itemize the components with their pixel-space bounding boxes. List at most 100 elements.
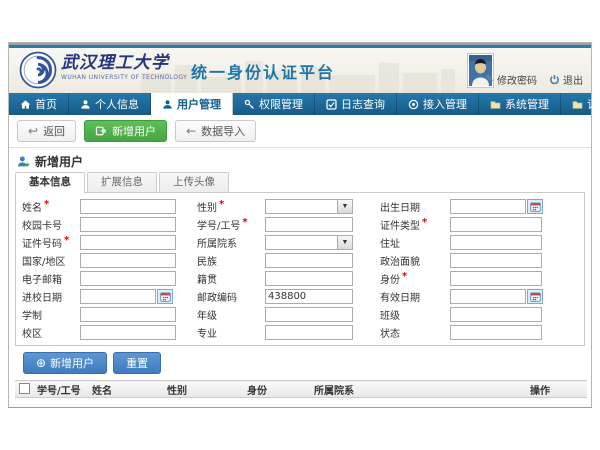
form-row: 进校日期 邮政编码 有效日期 (16, 287, 584, 305)
form-field-id-number: 证件号码* (16, 235, 197, 250)
change-password-label: 修改密码 (497, 72, 537, 87)
main-nav: 首页 个人信息 用户管理 权限管理 日志查询 接入管理 系统管理 订阅管理 (9, 93, 591, 115)
calendar-icon[interactable] (527, 289, 543, 304)
col-actions: 操作 (526, 381, 587, 398)
calendar-icon[interactable] (527, 199, 543, 214)
form-row: 电子邮箱 籍贯 身份* (16, 269, 584, 287)
user-icon (80, 99, 91, 110)
status-input[interactable] (450, 325, 542, 340)
nav-item-user-management[interactable]: 用户管理 (151, 93, 233, 115)
major-input[interactable] (265, 325, 353, 340)
reset-button-label: 重置 (126, 355, 148, 371)
tab-basic-info[interactable]: 基本信息 (15, 172, 85, 193)
nav-label: 系统管理 (505, 96, 549, 112)
nav-label: 用户管理 (177, 96, 221, 112)
name-input[interactable] (80, 199, 176, 214)
id-number-input[interactable] (80, 235, 176, 250)
field-label: 有效日期 (380, 289, 450, 304)
add-user-icon (95, 125, 107, 137)
field-label: 校区 (22, 325, 80, 340)
plus-circle-icon: ⊕ (36, 357, 46, 369)
add-user-toolbar-button[interactable]: 新增用户 (84, 120, 167, 142)
nav-item-subscription-management[interactable]: 订阅管理 (561, 93, 600, 115)
nav-label: 日志查询 (341, 96, 385, 112)
col-identity: 身份 (243, 381, 310, 398)
form-field-valid-date: 有效日期 (380, 289, 584, 304)
field-label: 专业 (197, 325, 265, 340)
ethnicity-input[interactable] (265, 253, 353, 268)
nav-label: 订阅管理 (587, 96, 600, 112)
logout-link[interactable]: 退出 (549, 72, 583, 87)
department-select[interactable]: ▼ (265, 235, 353, 250)
required-asterisk: * (422, 217, 427, 232)
required-asterisk: * (219, 199, 224, 214)
form-field-student-id: 学号/工号* (197, 217, 380, 232)
calendar-icon[interactable] (157, 289, 173, 304)
nav-item-home[interactable]: 首页 (9, 93, 69, 115)
add-user-button-label: 新增用户 (112, 123, 156, 139)
form-field-country-region: 国家/地区 (16, 253, 197, 268)
form-row: 证件号码* 所属院系 ▼ 住址 (16, 233, 584, 251)
form-field-native-place: 籍贯 (197, 271, 380, 286)
enrollment-date-input[interactable] (80, 289, 156, 304)
nav-item-access-management[interactable]: 接入管理 (397, 93, 479, 115)
home-icon (20, 99, 31, 110)
email-input[interactable] (80, 271, 176, 286)
back-arrow-icon: ↩ (28, 125, 38, 137)
nav-item-log-query[interactable]: 日志查询 (315, 93, 397, 115)
identity-input[interactable] (450, 271, 542, 286)
tab-upload-avatar[interactable]: 上传头像 (159, 172, 229, 192)
reset-button[interactable]: 重置 (113, 352, 161, 374)
badge-icon (408, 99, 419, 110)
form-field-identity: 身份* (380, 271, 584, 286)
field-label: 政治面貌 (380, 253, 450, 268)
col-gender: 性别 (163, 381, 243, 398)
gender-select-value[interactable] (265, 199, 337, 214)
grade-input[interactable] (265, 307, 353, 322)
chevron-down-icon[interactable]: ▼ (337, 199, 353, 214)
back-button[interactable]: ↩ 返回 (17, 120, 76, 142)
student-id-input[interactable] (265, 217, 353, 232)
select-all-cell (15, 381, 33, 398)
nav-item-permission-management[interactable]: 权限管理 (233, 93, 315, 115)
field-label: 证件号码* (22, 235, 80, 250)
birth-date-picker (450, 199, 543, 214)
power-icon (549, 74, 560, 85)
field-label: 学号/工号* (197, 217, 265, 232)
valid-date-input[interactable] (450, 289, 526, 304)
users-icon (162, 99, 173, 110)
data-import-button[interactable]: ← 数据导入 (175, 120, 256, 142)
change-password-link[interactable]: ✎ 修改密码 (486, 72, 537, 87)
chevron-down-icon[interactable]: ▼ (337, 235, 353, 250)
native-place-input[interactable] (265, 271, 353, 286)
birth-date-input[interactable] (450, 199, 526, 214)
country-region-input[interactable] (80, 253, 176, 268)
campus-input[interactable] (80, 325, 176, 340)
campus-card-input[interactable] (80, 217, 176, 232)
form-row: 校区 专业 状态 (16, 323, 584, 341)
import-arrow-icon: ← (186, 125, 196, 137)
select-all-checkbox[interactable] (19, 383, 30, 394)
nav-item-personal-info[interactable]: 个人信息 (69, 93, 151, 115)
class-input[interactable] (450, 307, 542, 322)
address-input[interactable] (450, 235, 542, 250)
political-status-input[interactable] (450, 253, 542, 268)
postal-code-input[interactable] (265, 289, 353, 304)
department-select-value[interactable] (265, 235, 337, 250)
checklist-icon (326, 99, 337, 110)
table-header-row: 学号/工号 姓名 性别 身份 所属院系 操作 (15, 381, 587, 398)
form-field-address: 住址 (380, 235, 584, 250)
schooling-length-input[interactable] (80, 307, 176, 322)
form-field-department: 所属院系 ▼ (197, 235, 380, 250)
tab-extended-info[interactable]: 扩展信息 (87, 172, 157, 192)
gender-select[interactable]: ▼ (265, 199, 353, 214)
logout-label: 退出 (563, 72, 583, 87)
page-header: 武汉理工大学 WUHAN UNIVERSITY OF TECHNOLOGY 统一… (9, 48, 591, 93)
nav-item-system-management[interactable]: 系统管理 (479, 93, 561, 115)
university-name-cn: 武汉理工大学 (61, 55, 187, 72)
basic-info-form-panel: 姓名* 性别* ▼ 出生日期 (15, 192, 585, 346)
form-field-campus: 校区 (16, 325, 197, 340)
submit-add-user-button[interactable]: ⊕ 新增用户 (23, 352, 107, 374)
id-type-input[interactable] (450, 217, 542, 232)
field-label: 身份* (380, 271, 450, 286)
